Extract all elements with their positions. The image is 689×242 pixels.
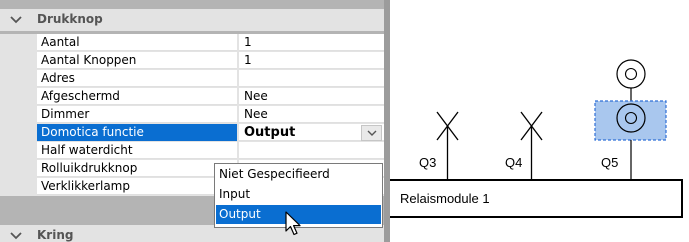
property-name: Rolluikdrukknop <box>37 160 237 177</box>
chevron-down-icon <box>367 130 377 136</box>
dropdown-option-input[interactable]: Input <box>216 185 381 204</box>
property-value[interactable] <box>239 142 384 159</box>
property-row-afgeschermd[interactable]: Afgeschermd Nee <box>0 88 384 106</box>
property-name: Aantal Knoppen <box>37 52 237 69</box>
property-row-dimmer[interactable]: Dimmer Nee <box>0 106 384 124</box>
dropdown-button[interactable] <box>361 125 382 141</box>
property-row-domotica-functie[interactable]: Domotica functie Output <box>0 124 384 142</box>
switch-q4-symbol[interactable] <box>520 111 543 179</box>
schema-canvas[interactable]: Q3 Q4 Q5 Relaismodule 1 <box>390 0 689 242</box>
chevron-down-icon[interactable] <box>9 229 23 242</box>
property-value[interactable]: Nee <box>239 88 384 105</box>
property-name: Adres <box>37 70 237 87</box>
switch-label-q5: Q5 <box>601 155 619 170</box>
property-name: Verklikkerlamp <box>37 178 237 195</box>
property-name: Domotica functie <box>37 124 237 141</box>
property-row-aantal-knoppen[interactable]: Aantal Knoppen 1 <box>0 52 384 70</box>
property-row-half-waterdicht[interactable]: Half waterdicht <box>0 142 384 160</box>
chevron-down-icon[interactable] <box>9 13 23 27</box>
property-value[interactable] <box>239 70 384 87</box>
relay-module-label: Relaismodule 1 <box>400 191 490 206</box>
property-value[interactable]: 1 <box>239 52 384 69</box>
property-name: Aantal <box>37 34 237 51</box>
property-name: Afgeschermd <box>37 88 237 105</box>
property-row-aantal[interactable]: Aantal 1 <box>0 34 384 52</box>
switch-label-q4: Q4 <box>505 155 523 170</box>
property-value[interactable]: 1 <box>239 34 384 51</box>
property-name: Half waterdicht <box>37 142 237 159</box>
relay-module-box[interactable]: Relaismodule 1 <box>390 179 683 218</box>
switch-label-q3: Q3 <box>419 155 437 170</box>
category-label: Kring <box>37 228 74 242</box>
property-row-adres[interactable]: Adres <box>0 70 384 88</box>
property-value[interactable]: Nee <box>239 106 384 123</box>
switch-q3-symbol[interactable] <box>436 111 459 179</box>
category-drukknop[interactable]: Drukknop <box>0 9 384 31</box>
category-label: Drukknop <box>37 12 103 26</box>
mouse-pointer-icon <box>285 211 301 236</box>
dropdown-option-niet-gespecifieerd[interactable]: Niet Gespecifieerd <box>216 165 381 184</box>
property-name: Dimmer <box>37 106 237 123</box>
